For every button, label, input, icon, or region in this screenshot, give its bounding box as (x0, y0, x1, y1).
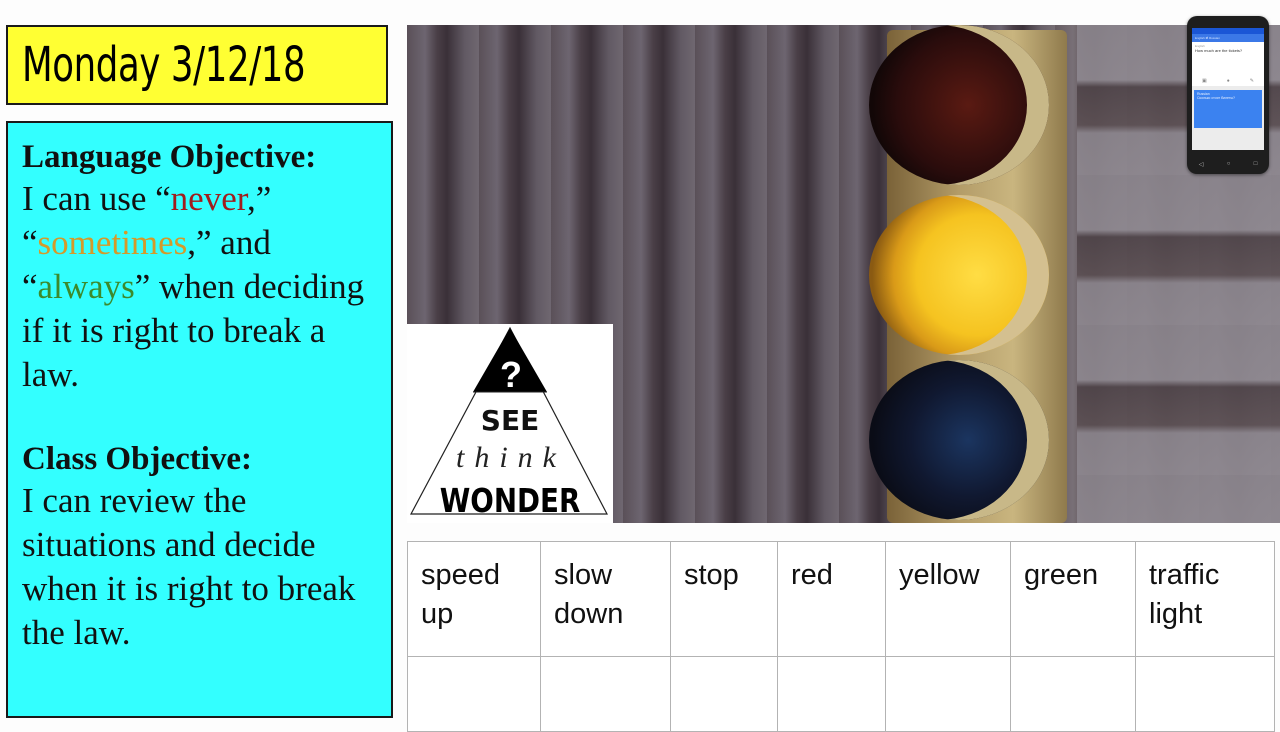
handwriting-icon: ✎ (1249, 78, 1254, 84)
language-objective-heading: Language Objective: (22, 139, 317, 175)
date-title: Monday 3/12/18 (22, 37, 306, 93)
translate-input: English How much are the tickets? (1192, 42, 1264, 76)
answer-cell[interactable] (540, 656, 671, 732)
word-always: always (37, 267, 135, 306)
red-light (869, 25, 1049, 185)
class-objective-heading: Class Objective: (22, 441, 253, 477)
think-label: think (456, 441, 566, 474)
language-bar: English ⇄ Russian (1192, 34, 1264, 42)
lang-to: Russian (1209, 36, 1220, 40)
vocab-cell: traffic light (1135, 541, 1275, 657)
vocab-table: speed up slow down stop red yellow green… (407, 541, 1275, 732)
result-text: Сколько стоят билеты? (1197, 96, 1235, 100)
vocab-cell: green (1010, 541, 1136, 657)
word-never: never (170, 179, 247, 218)
vocab-cell: slow down (540, 541, 671, 657)
class-objective-text: I can review the situations and decide w… (22, 481, 356, 652)
phone-tools: ▣ ● ✎ (1192, 76, 1264, 86)
see-label: SEE (481, 404, 539, 437)
language-objective-text: I can use “never,” “sometimes,” and “alw… (22, 177, 379, 397)
question-mark-icon: ? (500, 354, 522, 395)
input-text: How much are the tickets? (1195, 48, 1243, 53)
vocab-words-row: speed up slow down stop red yellow green… (407, 541, 1275, 657)
vocab-cell: stop (670, 541, 778, 657)
lo-text-1: I can use “ (22, 179, 171, 218)
back-icon: ◁ (1198, 162, 1204, 168)
green-light (869, 360, 1049, 520)
phone-translate-app: English ⇄ Russian English How much are t… (1187, 16, 1269, 174)
vocab-cell: speed up (407, 541, 541, 657)
vocab-cell: red (777, 541, 886, 657)
recents-icon: □ (1253, 161, 1258, 167)
answer-cell[interactable] (670, 656, 778, 732)
vocab-answers-row (407, 656, 1275, 732)
home-icon: ○ (1226, 161, 1231, 167)
objectives-box: Language Objective: I can use “never,” “… (6, 121, 393, 718)
translate-result: Russian Сколько стоят билеты? (1194, 90, 1262, 128)
yellow-light (869, 195, 1049, 355)
camera-icon: ▣ (1202, 78, 1207, 84)
lang-from: English (1195, 36, 1205, 40)
see-think-wonder-logo: ? SEE think WONDER (407, 324, 613, 523)
answer-cell[interactable] (885, 656, 1011, 732)
answer-cell[interactable] (777, 656, 886, 732)
answer-cell[interactable] (1135, 656, 1275, 732)
date-title-box: Monday 3/12/18 (6, 25, 388, 105)
wonder-label: WONDER (440, 483, 581, 521)
answer-cell[interactable] (407, 656, 541, 732)
word-sometimes: sometimes (37, 223, 188, 262)
vocab-cell: yellow (885, 541, 1011, 657)
answer-cell[interactable] (1010, 656, 1136, 732)
phone-screen: English ⇄ Russian English How much are t… (1192, 28, 1264, 150)
mic-icon: ● (1226, 78, 1230, 84)
phone-nav-bar: ◁ ○ □ (1187, 161, 1269, 168)
